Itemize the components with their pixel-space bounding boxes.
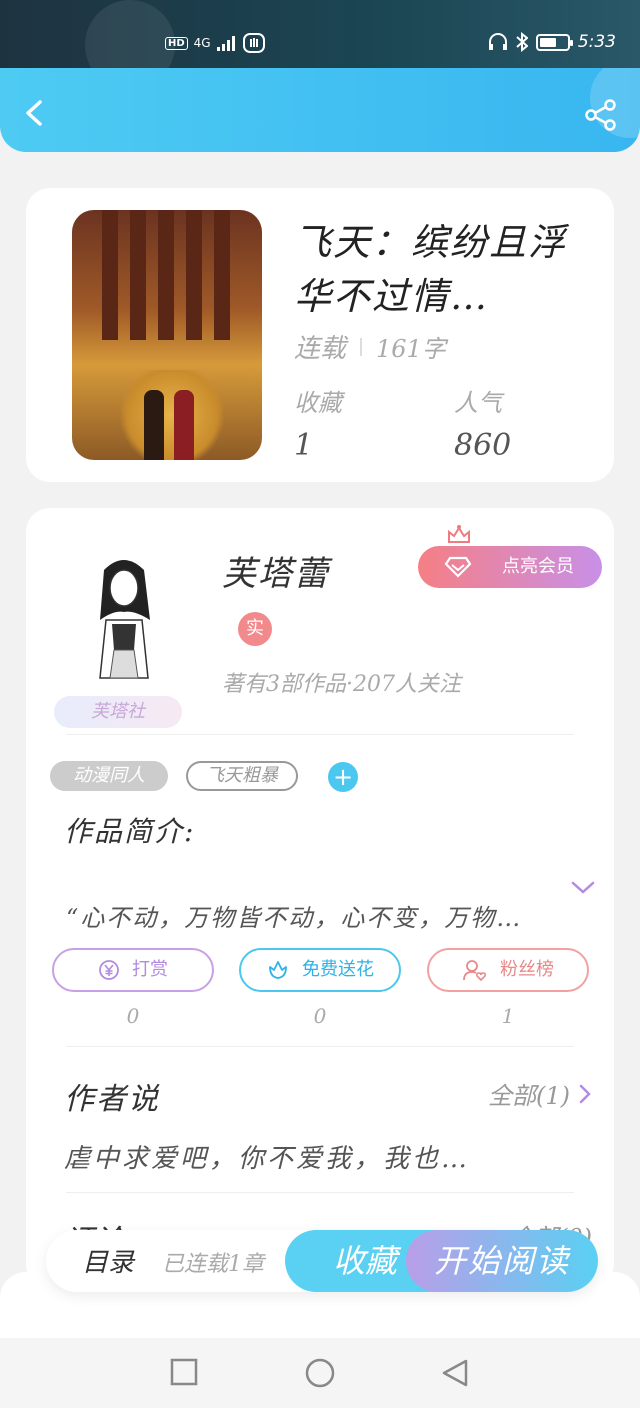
- cover-art: [102, 210, 118, 340]
- cover-art: [158, 210, 174, 340]
- divider: [66, 1192, 574, 1193]
- divider: [66, 1046, 574, 1047]
- home-icon[interactable]: [304, 1358, 336, 1390]
- author-says-all-label: 全部(1): [488, 1082, 570, 1110]
- status-time: 5:33: [577, 32, 616, 52]
- book-title: 飞天：缤纷且浮华不过情…: [294, 221, 567, 318]
- toc-button[interactable]: 目录: [82, 1242, 134, 1279]
- status-left: HD 4G: [165, 33, 265, 53]
- recent-apps-icon[interactable]: [170, 1358, 198, 1386]
- book-cover[interactable]: [72, 210, 262, 460]
- book-info-card: 飞天：缤纷且浮华不过情… 连载 161字 收藏 人气 1 860: [26, 188, 614, 482]
- book-status: 连载: [294, 334, 347, 364]
- nav-bar: [0, 68, 640, 152]
- cover-figure: [144, 390, 164, 460]
- flower-count: 0: [313, 1004, 327, 1028]
- popularity-label: 人气: [454, 389, 502, 417]
- intro-text[interactable]: “心不动，万物皆不动，心不变，万物…: [66, 898, 556, 933]
- back-nav-icon[interactable]: [440, 1358, 470, 1388]
- crown-icon: [448, 525, 470, 543]
- status-bar: HD 4G 5:33: [0, 0, 640, 68]
- fans-count: 1: [501, 1004, 515, 1028]
- reward-label: 打赏: [132, 959, 168, 980]
- battery-icon: [535, 33, 573, 51]
- favorites-label: 收藏: [294, 389, 342, 417]
- reward-button[interactable]: 打赏: [52, 948, 214, 992]
- author-club-badge: 芙塔社: [54, 696, 182, 728]
- hand-icon: [242, 33, 265, 53]
- user-heart-icon: [463, 960, 487, 982]
- cover-art: [130, 210, 146, 340]
- bluetooth-icon: [516, 32, 528, 52]
- vip-button[interactable]: 点亮会员: [418, 525, 602, 588]
- author-card: 芙塔社 芙塔蕾 实 著有3部作品·207人关注 点亮会员 动漫同人 飞天粗暴 +…: [26, 508, 614, 1288]
- chevron-right-icon: [579, 1084, 591, 1103]
- author-stats: 著有3部作品·207人关注: [222, 672, 461, 697]
- status-right: 5:33: [488, 32, 616, 52]
- reward-count: 0: [126, 1004, 140, 1028]
- meta-divider: [360, 337, 363, 356]
- back-icon[interactable]: [18, 96, 52, 130]
- author-says-title: 作者说: [64, 1082, 160, 1117]
- divider: [66, 734, 574, 735]
- tag-item[interactable]: 飞天粗暴: [186, 761, 298, 791]
- book-meta: 连载 161字: [294, 328, 446, 365]
- fans-ranking-button[interactable]: 粉丝榜: [427, 948, 589, 992]
- status-bubble-decoration: [85, 0, 175, 68]
- author-name[interactable]: 芙塔蕾: [222, 546, 330, 595]
- bottom-action-bar: 目录 已连载1章 收藏 开始阅读: [46, 1230, 598, 1292]
- author-says-text[interactable]: 虐中求爱吧，你不爱我，我也…: [64, 1138, 470, 1175]
- diamond-icon: [444, 556, 472, 578]
- system-nav-bar: [0, 1338, 640, 1408]
- hd-indicator: HD: [165, 36, 188, 50]
- chapter-count[interactable]: 已连载1章: [162, 1246, 264, 1278]
- share-icon[interactable]: [584, 98, 618, 132]
- author-says-all-link[interactable]: 全部(1): [488, 1076, 592, 1111]
- fans-label: 粉丝榜: [500, 959, 554, 980]
- network-indicator: 4G: [193, 36, 211, 50]
- yuan-icon: [99, 960, 119, 980]
- book-word-count: 161字: [376, 335, 446, 363]
- cover-figure: [174, 390, 194, 460]
- author-avatar[interactable]: [64, 550, 184, 680]
- flower-button[interactable]: 免费送花: [239, 948, 401, 992]
- add-tag-button[interactable]: +: [328, 762, 358, 792]
- favorites-value: 1: [294, 428, 314, 463]
- cover-art: [112, 370, 232, 460]
- chevron-down-icon[interactable]: [570, 878, 596, 898]
- popularity-value: 860: [454, 428, 512, 463]
- intro-label: 作品简介:: [64, 815, 196, 848]
- tag-item[interactable]: 动漫同人: [50, 761, 168, 791]
- headphone-icon: [488, 33, 507, 50]
- real-name-badge: 实: [238, 612, 272, 646]
- flower-icon: [269, 961, 287, 979]
- flower-label: 免费送花: [302, 959, 374, 980]
- vip-button-label: 点亮会员: [502, 556, 574, 577]
- cover-art: [186, 210, 202, 340]
- cover-art: [214, 210, 230, 340]
- start-reading-button[interactable]: 开始阅读: [406, 1230, 598, 1292]
- signal-icon: [216, 36, 235, 51]
